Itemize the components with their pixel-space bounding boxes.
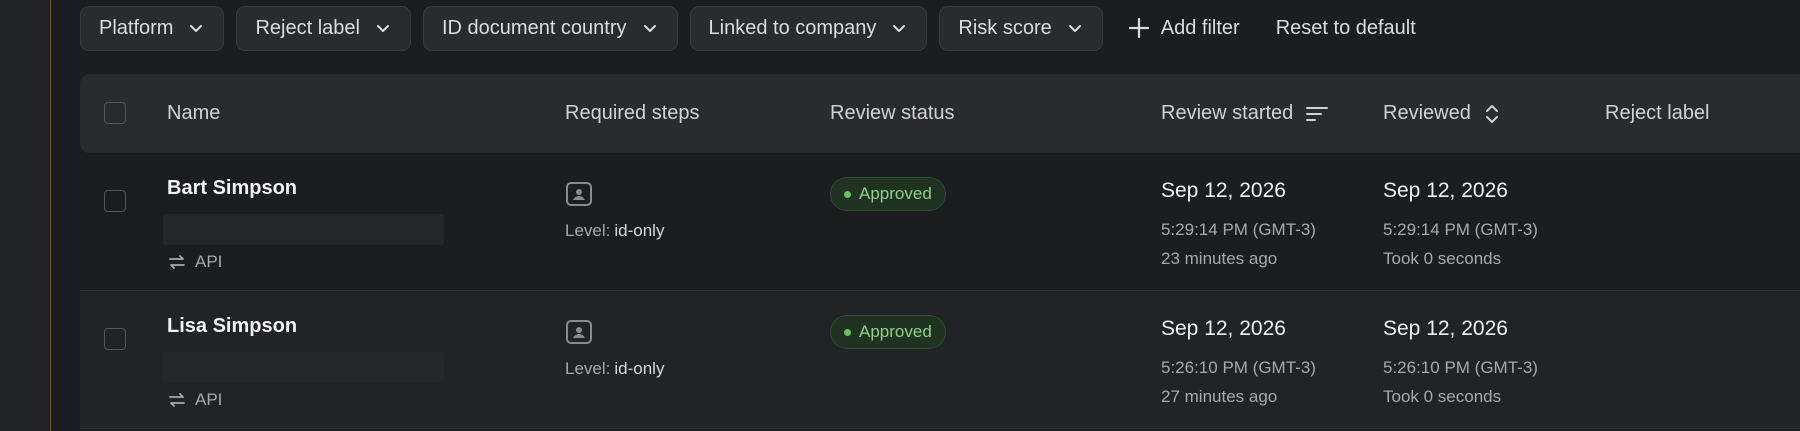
sort-lines-icon[interactable] [1305,104,1329,124]
review-status-cell: Approved [830,177,946,211]
table-row[interactable]: Bart Simpson API Level: id-only Approved … [80,153,1800,291]
reviewed-duration: Took 0 seconds [1383,387,1502,406]
review-started-time: 5:29:14 PM (GMT-3) [1161,220,1316,239]
transfer-arrows-icon [169,255,185,269]
add-filter-label: Add filter [1160,16,1240,39]
filter-bar: Platform Reject label ID document countr… [80,5,1428,51]
column-header-required-steps[interactable]: Required steps [565,74,700,153]
level-label: Level: [565,221,611,240]
filter-chip-label: Risk score [958,16,1052,39]
source: API [167,252,222,272]
status-badge: Approved [830,177,946,211]
select-all-checkbox[interactable] [104,102,126,124]
row-checkbox[interactable] [104,190,126,212]
chevron-down-icon [190,25,203,32]
column-header-reject-label[interactable]: Reject label [1605,74,1710,153]
reset-to-default-button[interactable]: Reset to default [1264,6,1428,51]
left-rail [0,0,51,431]
column-header-name[interactable]: Name [167,74,220,153]
filter-chip-risk-score[interactable]: Risk score [939,5,1103,51]
filter-chip-platform[interactable]: Platform [80,5,225,51]
source-label: API [195,252,223,271]
chevron-down-icon [376,25,389,32]
plus-icon [1128,17,1149,39]
review-status-cell: Approved [830,315,946,349]
chevron-down-icon [1068,25,1081,32]
review-started-relative: 23 minutes ago [1161,249,1278,268]
reviewed-date: Sep 12, 2026 [1383,179,1508,202]
review-started-date: Sep 12, 2026 [1161,317,1286,340]
reset-label: Reset to default [1275,16,1416,39]
review-started-time: 5:26:10 PM (GMT-3) [1161,358,1316,377]
column-header-reviewed[interactable]: Reviewed [1383,74,1501,153]
transfer-arrows-icon [169,393,185,407]
status-label: Approved [859,322,932,341]
redacted-field [163,352,444,383]
filter-chip-label: Platform [99,16,174,39]
status-label: Approved [859,184,932,203]
table-header: Name Required steps Review status Review… [80,74,1800,153]
add-filter-button[interactable]: Add filter [1115,6,1252,51]
column-label: Reviewed [1383,102,1471,124]
filter-chip-label: ID document country [441,16,627,39]
level: Level: id-only [565,221,664,241]
status-badge: Approved [830,315,946,349]
level: Level: id-only [565,359,664,379]
status-dot [844,190,851,198]
column-label: Reject label [1605,102,1710,124]
row-checkbox[interactable] [104,328,126,350]
column-header-review-status[interactable]: Review status [830,74,955,153]
level-value: id-only [614,359,665,378]
reviewed-time: 5:26:10 PM (GMT-3) [1383,358,1538,377]
source-label: API [195,390,223,409]
reviewed-time: 5:29:14 PM (GMT-3) [1383,220,1538,239]
review-started-relative: 27 minutes ago [1161,387,1278,406]
reviewed-date: Sep 12, 2026 [1383,317,1508,340]
level-label: Level: [565,359,611,378]
filter-chip-reject-label[interactable]: Reject label [236,5,411,51]
chevron-down-icon [643,25,656,32]
table-row[interactable]: Lisa Simpson API Level: id-only Approved … [80,291,1800,429]
applicant-name[interactable]: Bart Simpson [167,177,297,200]
main-panel: Platform Reject label ID document countr… [51,0,1800,431]
column-label: Required steps [565,102,700,124]
review-started-date: Sep 12, 2026 [1161,179,1286,202]
column-label: Review started [1161,102,1294,124]
id-card-icon [565,319,593,350]
source: API [167,390,222,410]
applicant-name[interactable]: Lisa Simpson [167,315,297,338]
level-value: id-only [614,221,665,240]
applicants-table: Name Required steps Review status Review… [80,74,1800,429]
sort-updown-icon[interactable] [1483,102,1501,126]
column-label: Review status [830,102,955,124]
status-dot [844,328,851,336]
filter-chip-linked-to-company[interactable]: Linked to company [689,5,928,51]
column-header-review-started[interactable]: Review started [1161,74,1329,153]
filter-chip-id-document-country[interactable]: ID document country [422,5,678,51]
id-card-icon [565,181,593,212]
reviewed-duration: Took 0 seconds [1383,249,1502,268]
filter-chip-label: Linked to company [708,16,877,39]
redacted-field [163,214,444,245]
column-label: Name [167,102,221,124]
filter-chip-label: Reject label [255,16,360,39]
chevron-down-icon [893,25,906,32]
